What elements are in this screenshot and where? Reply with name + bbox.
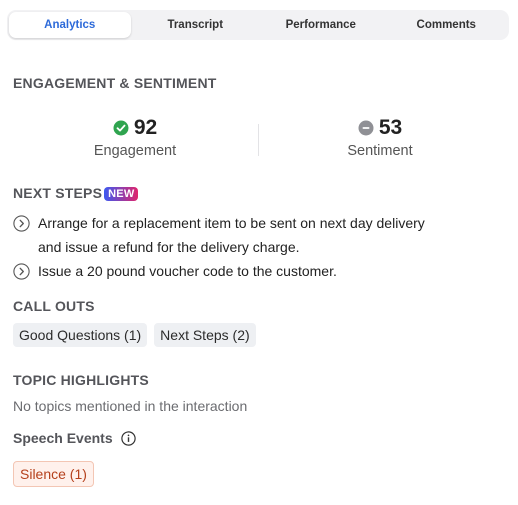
next-step-line: and issue a refund for the delivery char… [38, 239, 300, 255]
tab-performance[interactable]: Performance [260, 12, 382, 38]
tab-bar: Analytics Transcript Performance Comment… [7, 10, 509, 40]
callout-chip-good-questions[interactable]: Good Questions (1) [13, 323, 148, 347]
chevron-circle-icon [13, 215, 30, 232]
minus-circle-icon [358, 120, 374, 136]
call-outs-chips: Good Questions (1) Next Steps (2) [13, 323, 256, 347]
info-icon[interactable] [120, 430, 136, 446]
next-steps-title: NEXT STEPS [13, 185, 103, 201]
engagement-value: 92 [133, 116, 158, 139]
next-step-text: Issue a 20 pound voucher code to the cus… [38, 259, 337, 283]
tab-transcript[interactable]: Transcript [135, 12, 257, 38]
next-step-item: Issue a 20 pound voucher code to the cus… [13, 259, 493, 283]
engagement-metric: 92 Engagement [15, 116, 255, 159]
speech-events-title: Speech Events [13, 430, 113, 446]
engagement-section-title: ENGAGEMENT & SENTIMENT [13, 75, 217, 91]
callout-chip-next-steps[interactable]: Next Steps (2) [154, 323, 256, 347]
next-steps-title-row: NEXT STEPS NEW [13, 185, 139, 201]
call-outs-title: CALL OUTS [13, 298, 95, 314]
chevron-circle-icon [13, 263, 30, 280]
engagement-value-row: 92 [113, 116, 157, 140]
speech-event-chip-silence[interactable]: Silence (1) [13, 461, 94, 487]
sentiment-metric: 53 Sentiment [260, 116, 500, 159]
next-step-item: Arrange for a replacement item to be sen… [13, 211, 493, 259]
next-step-text: Arrange for a replacement item to be sen… [38, 211, 425, 259]
check-circle-icon [113, 120, 129, 136]
speech-events-chips: Silence (1) [13, 461, 94, 487]
tab-analytics[interactable]: Analytics [9, 12, 131, 38]
tab-comments[interactable]: Comments [386, 12, 508, 38]
sentiment-value-row: 53 [358, 116, 402, 140]
sentiment-label: Sentiment [347, 143, 413, 159]
next-step-line: Issue a 20 pound voucher code to the cus… [38, 263, 337, 279]
sentiment-value: 53 [378, 116, 403, 139]
next-step-line: Arrange for a replacement item to be sen… [38, 215, 425, 231]
topic-highlights-empty-text: No topics mentioned in the interaction [13, 398, 248, 414]
speech-events-title-row: Speech Events [13, 430, 136, 446]
engagement-label: Engagement [93, 143, 177, 159]
topic-highlights-title: TOPIC HIGHLIGHTS [13, 372, 149, 388]
new-badge: NEW [104, 187, 139, 201]
metric-divider [258, 124, 259, 156]
